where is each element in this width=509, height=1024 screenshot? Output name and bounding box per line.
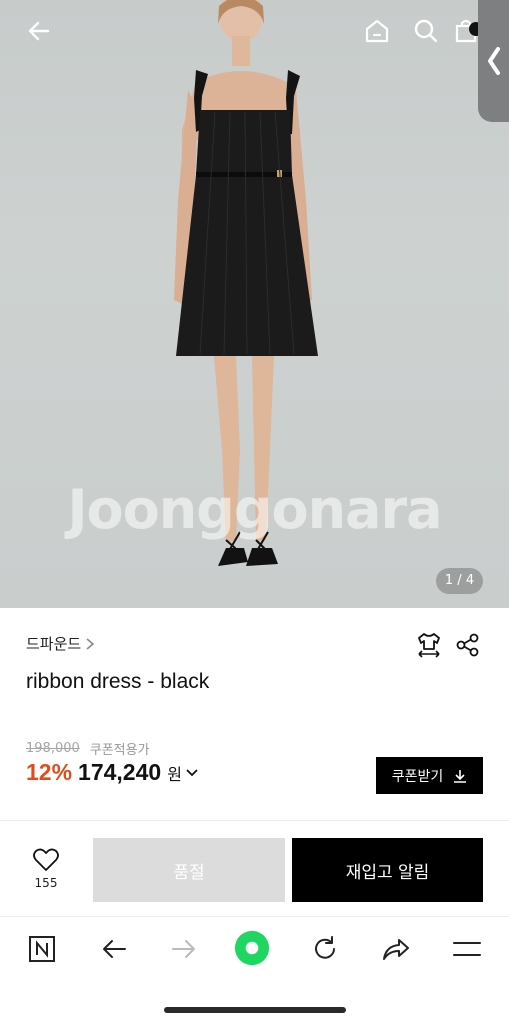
sale-price: 174,240 [78, 759, 162, 785]
like-count: 155 [34, 876, 58, 890]
download-icon [454, 769, 467, 783]
section-divider [0, 820, 509, 821]
naver-n-icon[interactable] [24, 931, 60, 967]
brand-name: 드파운드 [26, 635, 82, 653]
chevron-down-icon [186, 769, 198, 777]
chevron-right-icon [86, 637, 95, 650]
search-icon[interactable] [409, 14, 443, 48]
original-price-row: 198,000 쿠폰적용가 [26, 739, 150, 758]
discount-rate: 12% [26, 759, 73, 785]
home-icon[interactable] [360, 14, 394, 48]
back-arrow-icon[interactable] [22, 14, 56, 48]
currency-label: 원 [167, 765, 182, 784]
image-page-indicator: 1 / 4 [436, 568, 483, 594]
price-detail-toggle[interactable]: 원 [167, 761, 198, 785]
heart-icon [33, 848, 59, 871]
browser-toolbar [0, 916, 509, 980]
green-dot-icon[interactable] [234, 930, 270, 967]
forward-icon[interactable] [166, 931, 202, 967]
share-arrow-icon[interactable] [378, 931, 414, 967]
refresh-icon[interactable] [307, 931, 343, 967]
coupon-button-label: 쿠폰받기 [391, 768, 444, 785]
brand-link[interactable]: 드파운드 [26, 633, 95, 654]
restock-alert-button[interactable]: 재입고 알림 [292, 838, 483, 902]
watermark-text: Joonggonara [67, 478, 442, 541]
menu-icon[interactable] [449, 931, 485, 967]
product-title: ribbon dress - black [26, 670, 210, 693]
original-price: 198,000 [26, 741, 80, 756]
get-coupon-button[interactable]: 쿠폰받기 [376, 757, 483, 794]
chevron-left-icon [487, 47, 500, 75]
shopping-bag-icon[interactable] [452, 14, 478, 48]
like-button[interactable]: 155 [26, 848, 66, 890]
soldout-button: 품절 [93, 838, 285, 902]
back-icon[interactable] [96, 931, 132, 967]
coupon-price-note: 쿠폰적용가 [89, 743, 150, 758]
price-row: 12% 174,240 원 [26, 759, 198, 786]
size-guide-shirt-icon[interactable] [414, 630, 444, 660]
side-panel-tab[interactable] [478, 0, 509, 122]
share-icon[interactable] [453, 630, 483, 660]
home-indicator [164, 1007, 346, 1013]
product-image[interactable]: Joonggonara 1 / 4 [0, 0, 509, 608]
